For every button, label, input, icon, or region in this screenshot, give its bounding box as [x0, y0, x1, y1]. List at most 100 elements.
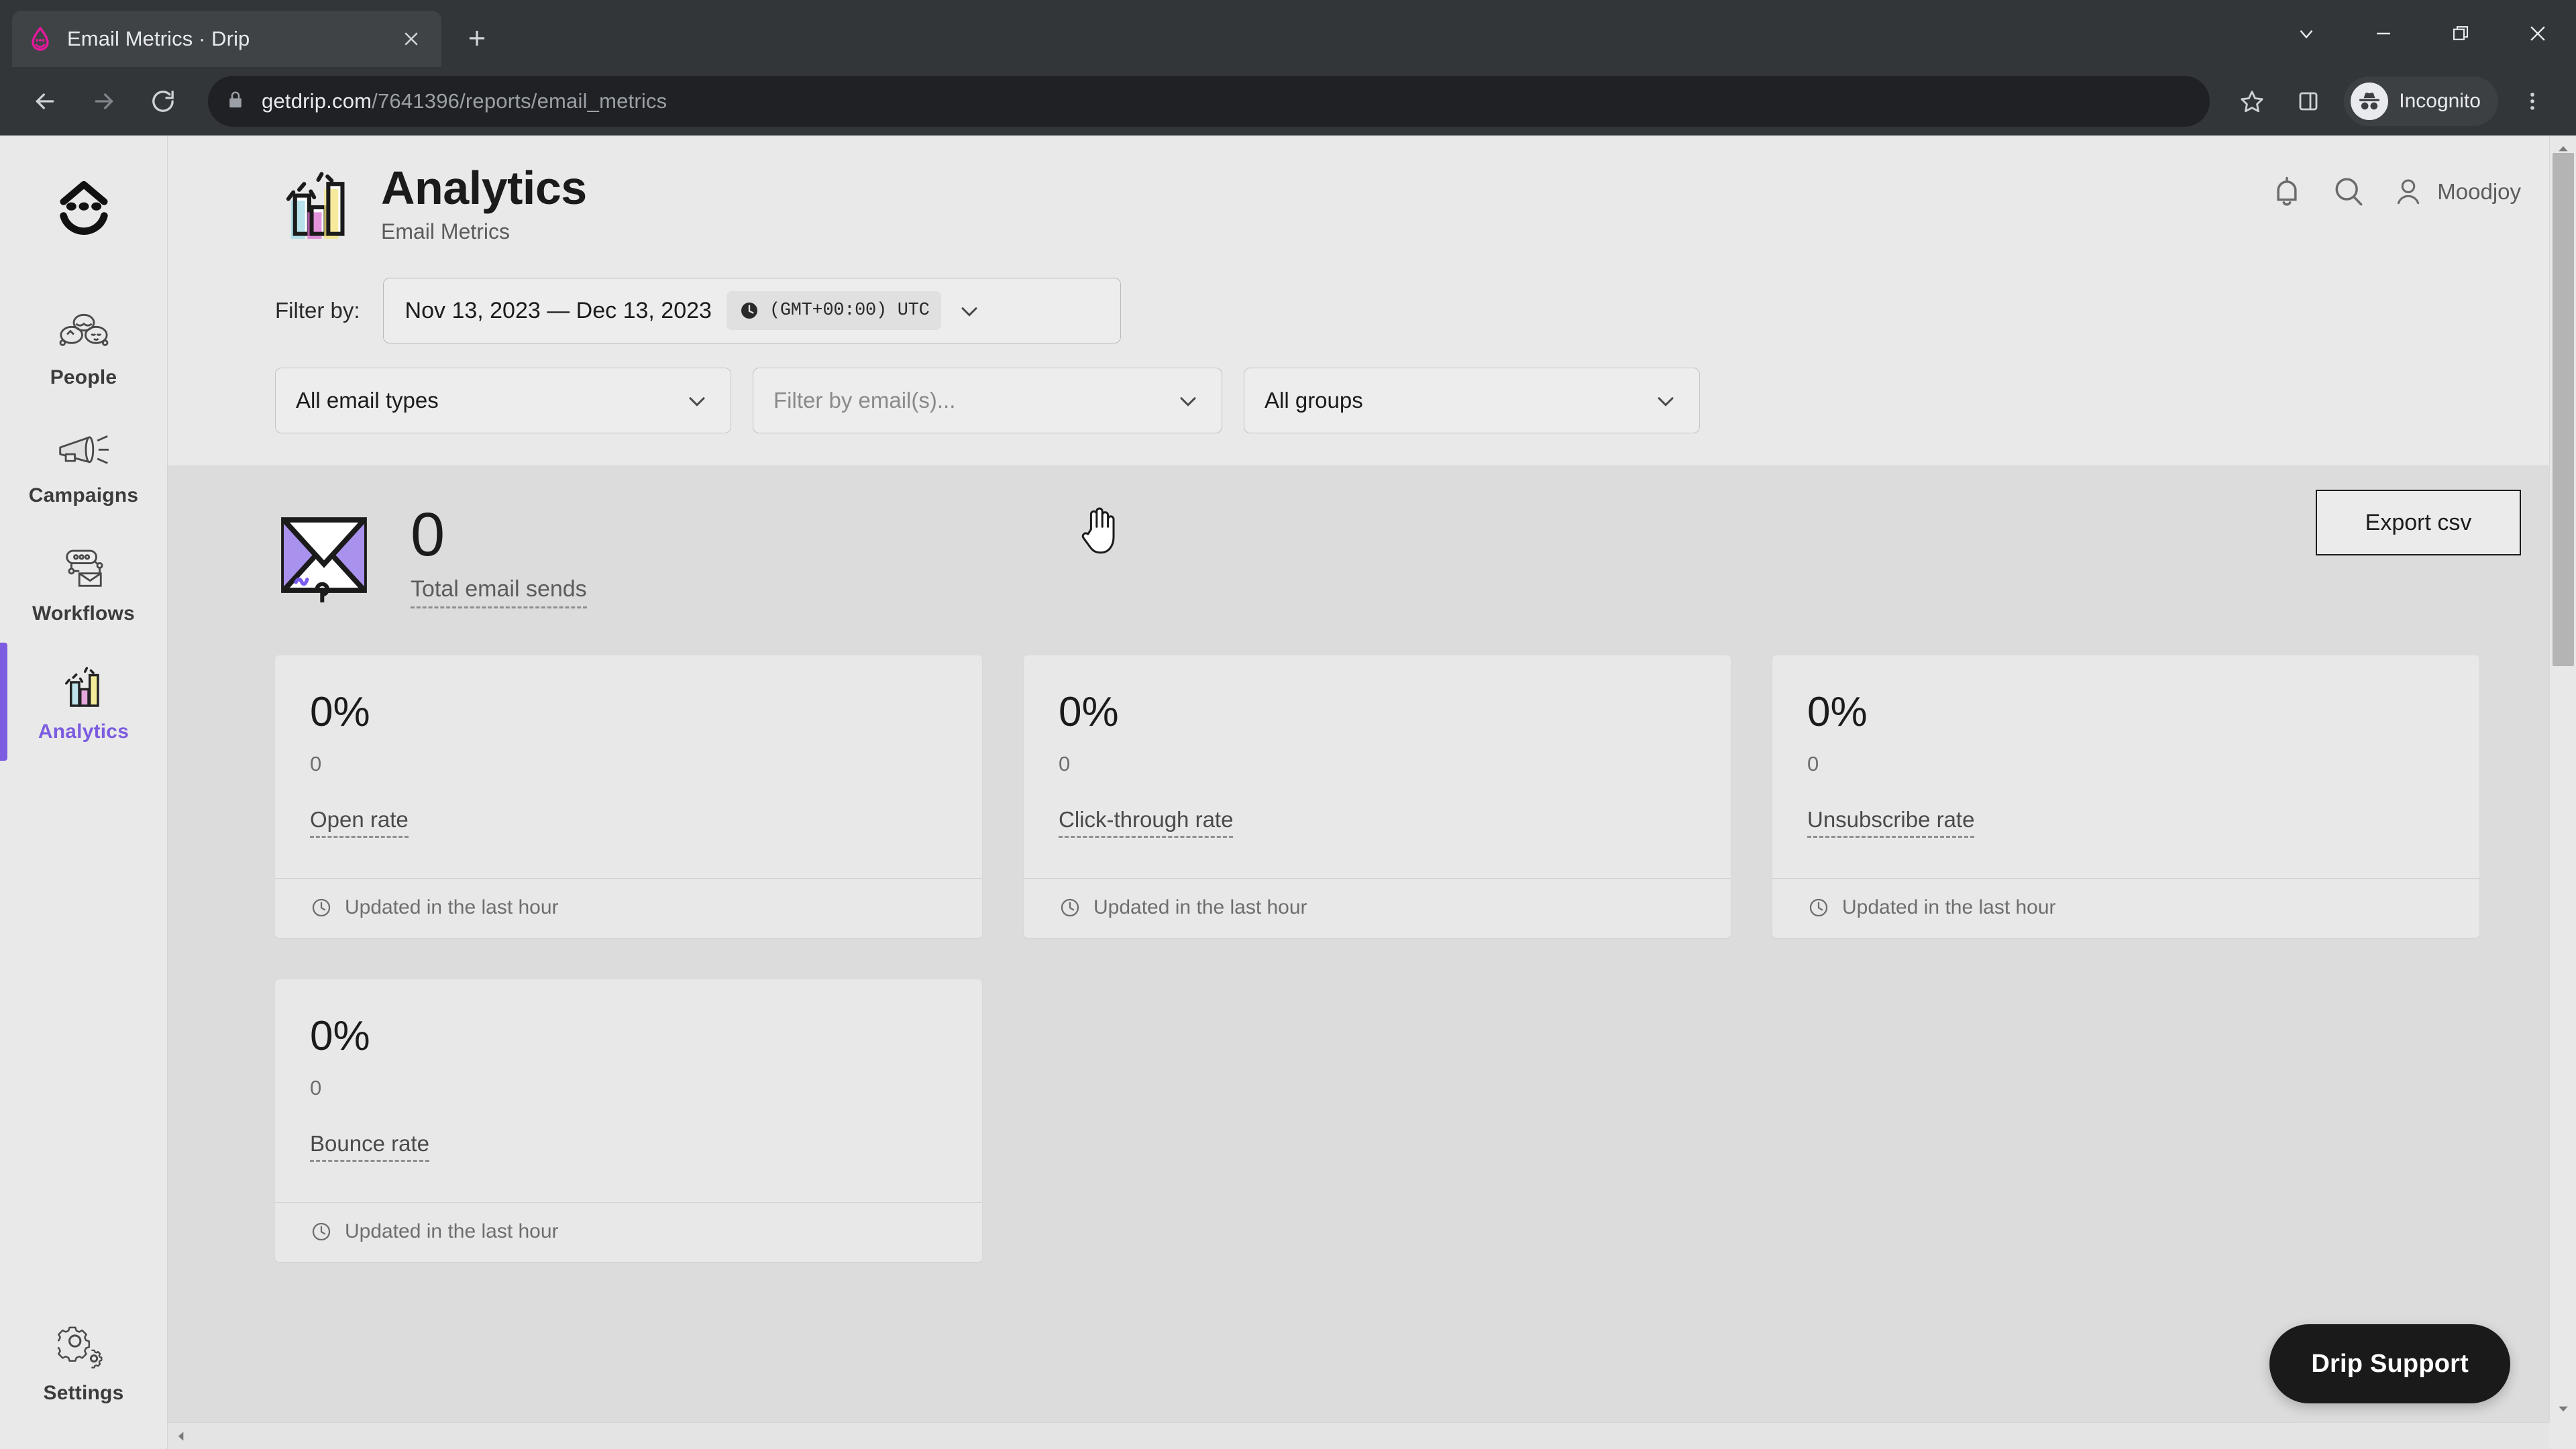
clock-icon [310, 1220, 333, 1243]
minimize-icon[interactable] [2345, 0, 2422, 67]
bell-icon[interactable] [2268, 173, 2306, 211]
timezone-value: (GMT+00:00) UTC [769, 301, 930, 321]
browser-window: Email Metrics · Drip [0, 0, 2576, 1449]
groups-value: All groups [1265, 388, 1363, 413]
metric-card-body: 0% 0 Open rate [275, 655, 982, 878]
metric-label[interactable]: Unsubscribe rate [1807, 807, 1974, 838]
header-top-row: Analytics Email Metrics [275, 162, 2522, 246]
metric-value: 0% [1059, 692, 1696, 733]
new-tab-button[interactable] [453, 15, 500, 62]
url-text: getdrip.com/7641396/reports/email_metric… [262, 89, 667, 113]
sidebar-item-people[interactable]: People [0, 288, 168, 407]
chevron-down-icon[interactable] [1175, 387, 1201, 414]
horizontal-scrollbar[interactable] [168, 1422, 2549, 1449]
metric-updated-text: Updated in the last hour [1093, 896, 1307, 919]
close-icon[interactable] [396, 23, 427, 54]
drip-support-button[interactable]: Drip Support [2269, 1324, 2510, 1403]
envelope-icon [275, 506, 381, 606]
side-panel-icon[interactable] [2284, 76, 2333, 126]
total-email-sends-value: 0 [411, 504, 587, 566]
metric-count: 0 [310, 1076, 947, 1100]
three-dot-menu-icon[interactable] [2508, 76, 2557, 126]
drip-brand-logo[interactable] [46, 170, 121, 246]
megaphone-icon [55, 427, 113, 475]
email-type-select[interactable]: All email types [275, 368, 731, 433]
scrollbar-corner [2549, 1422, 2576, 1449]
browser-toolbar: getdrip.com/7641396/reports/email_metric… [0, 67, 2576, 136]
app-header: Analytics Email Metrics [168, 136, 2576, 466]
profile-chip[interactable]: Incognito [2344, 76, 2498, 126]
metric-value: 0% [310, 1016, 947, 1057]
workflow-icon [55, 545, 113, 593]
drip-logo-icon [27, 25, 54, 52]
close-icon[interactable] [2499, 0, 2576, 67]
sidebar-item-analytics[interactable]: Analytics [0, 643, 168, 761]
metric-card-body: 0% 0 Unsubscribe rate [1772, 655, 2479, 878]
forward-arrow-icon[interactable] [78, 75, 130, 127]
chevron-down-icon[interactable] [684, 387, 710, 414]
url-host: getdrip.com [262, 89, 372, 113]
metric-count: 0 [1059, 752, 1696, 776]
export-csv-button[interactable]: Export csv [2316, 490, 2521, 555]
date-range-value: Nov 13, 2023 — Dec 13, 2023 [405, 298, 712, 324]
timezone-chip[interactable]: (GMT+00:00) UTC [727, 291, 942, 330]
groups-select[interactable]: All groups [1244, 368, 1700, 433]
page-subtitle: Email Metrics [381, 219, 587, 244]
bar-chart-icon [55, 663, 113, 711]
filter-row: Filter by: Nov 13, 2023 — Dec 13, 2023 (… [275, 278, 2522, 343]
scroll-down-arrow-icon[interactable] [2550, 1395, 2576, 1422]
analytics-bars-icon [275, 162, 358, 246]
app-sidebar: People Campaigns [0, 136, 168, 1449]
metric-card-body: 0% 0 Click-through rate [1024, 655, 1731, 878]
metric-label[interactable]: Open rate [310, 807, 409, 838]
sidebar-item-workflows[interactable]: Workflows [0, 525, 168, 643]
metric-label[interactable]: Click-through rate [1059, 807, 1233, 838]
metric-card: 0% 0 Bounce rate Updated in the last hou… [275, 979, 982, 1262]
sidebar-item-campaigns[interactable]: Campaigns [0, 407, 168, 525]
total-email-sends-block: 0 Total email sends [275, 504, 2522, 608]
vertical-scrollbar-thumb[interactable] [2553, 153, 2574, 666]
metric-card-grid: 0% 0 Open rate Updated in the last hour [275, 655, 2522, 1262]
url-path: /7641396/reports/email_metrics [372, 89, 667, 113]
user-menu[interactable]: Moodjoy [2392, 175, 2521, 209]
search-icon[interactable] [2330, 173, 2367, 211]
gear-icon [55, 1324, 113, 1373]
sidebar-item-label: Workflows [32, 602, 135, 625]
chevron-down-icon[interactable] [2267, 0, 2345, 67]
sidebar-item-label: People [50, 366, 117, 389]
total-email-sends-text: 0 Total email sends [411, 504, 587, 608]
main-content: Analytics Email Metrics [168, 136, 2576, 1449]
metric-card: 0% 0 Unsubscribe rate Updated in the las… [1772, 655, 2479, 938]
email-filter-placeholder: Filter by email(s)... [773, 388, 955, 413]
star-icon[interactable] [2227, 76, 2277, 126]
scroll-left-arrow-icon[interactable] [168, 1423, 195, 1449]
metric-card-footer: Updated in the last hour [1024, 878, 1731, 938]
back-arrow-icon[interactable] [19, 75, 71, 127]
email-filter-select[interactable]: Filter by email(s)... [753, 368, 1222, 433]
window-controls [2267, 0, 2576, 67]
metric-label[interactable]: Bounce rate [310, 1131, 429, 1162]
user-icon [2392, 175, 2425, 209]
metric-card: 0% 0 Click-through rate Updated in the l… [1024, 655, 1731, 938]
lock-icon [225, 90, 248, 113]
metric-card-body: 0% 0 Bounce rate [275, 979, 982, 1202]
metric-card-footer: Updated in the last hour [275, 1202, 982, 1262]
metric-value: 0% [1807, 692, 2445, 733]
chevron-down-icon[interactable] [1652, 387, 1679, 414]
address-bar[interactable]: getdrip.com/7641396/reports/email_metric… [208, 76, 2210, 127]
metric-count: 0 [310, 752, 947, 776]
date-range-picker[interactable]: Nov 13, 2023 — Dec 13, 2023 (GMT+00:00) … [383, 278, 1121, 343]
total-email-sends-label[interactable]: Total email sends [411, 576, 587, 608]
page-title-block: Analytics Email Metrics [275, 162, 587, 246]
reload-icon[interactable] [137, 75, 189, 127]
incognito-avatar-icon [2351, 83, 2388, 120]
browser-tab[interactable]: Email Metrics · Drip [12, 11, 441, 67]
vertical-scrollbar[interactable] [2549, 136, 2576, 1422]
email-type-value: All email types [296, 388, 439, 413]
metric-card: 0% 0 Open rate Updated in the last hour [275, 655, 982, 938]
chevron-down-icon[interactable] [956, 297, 983, 324]
restore-icon[interactable] [2422, 0, 2499, 67]
sidebar-item-settings[interactable]: Settings [0, 1304, 168, 1422]
clock-icon [1059, 896, 1081, 919]
metric-updated-text: Updated in the last hour [345, 1220, 559, 1243]
